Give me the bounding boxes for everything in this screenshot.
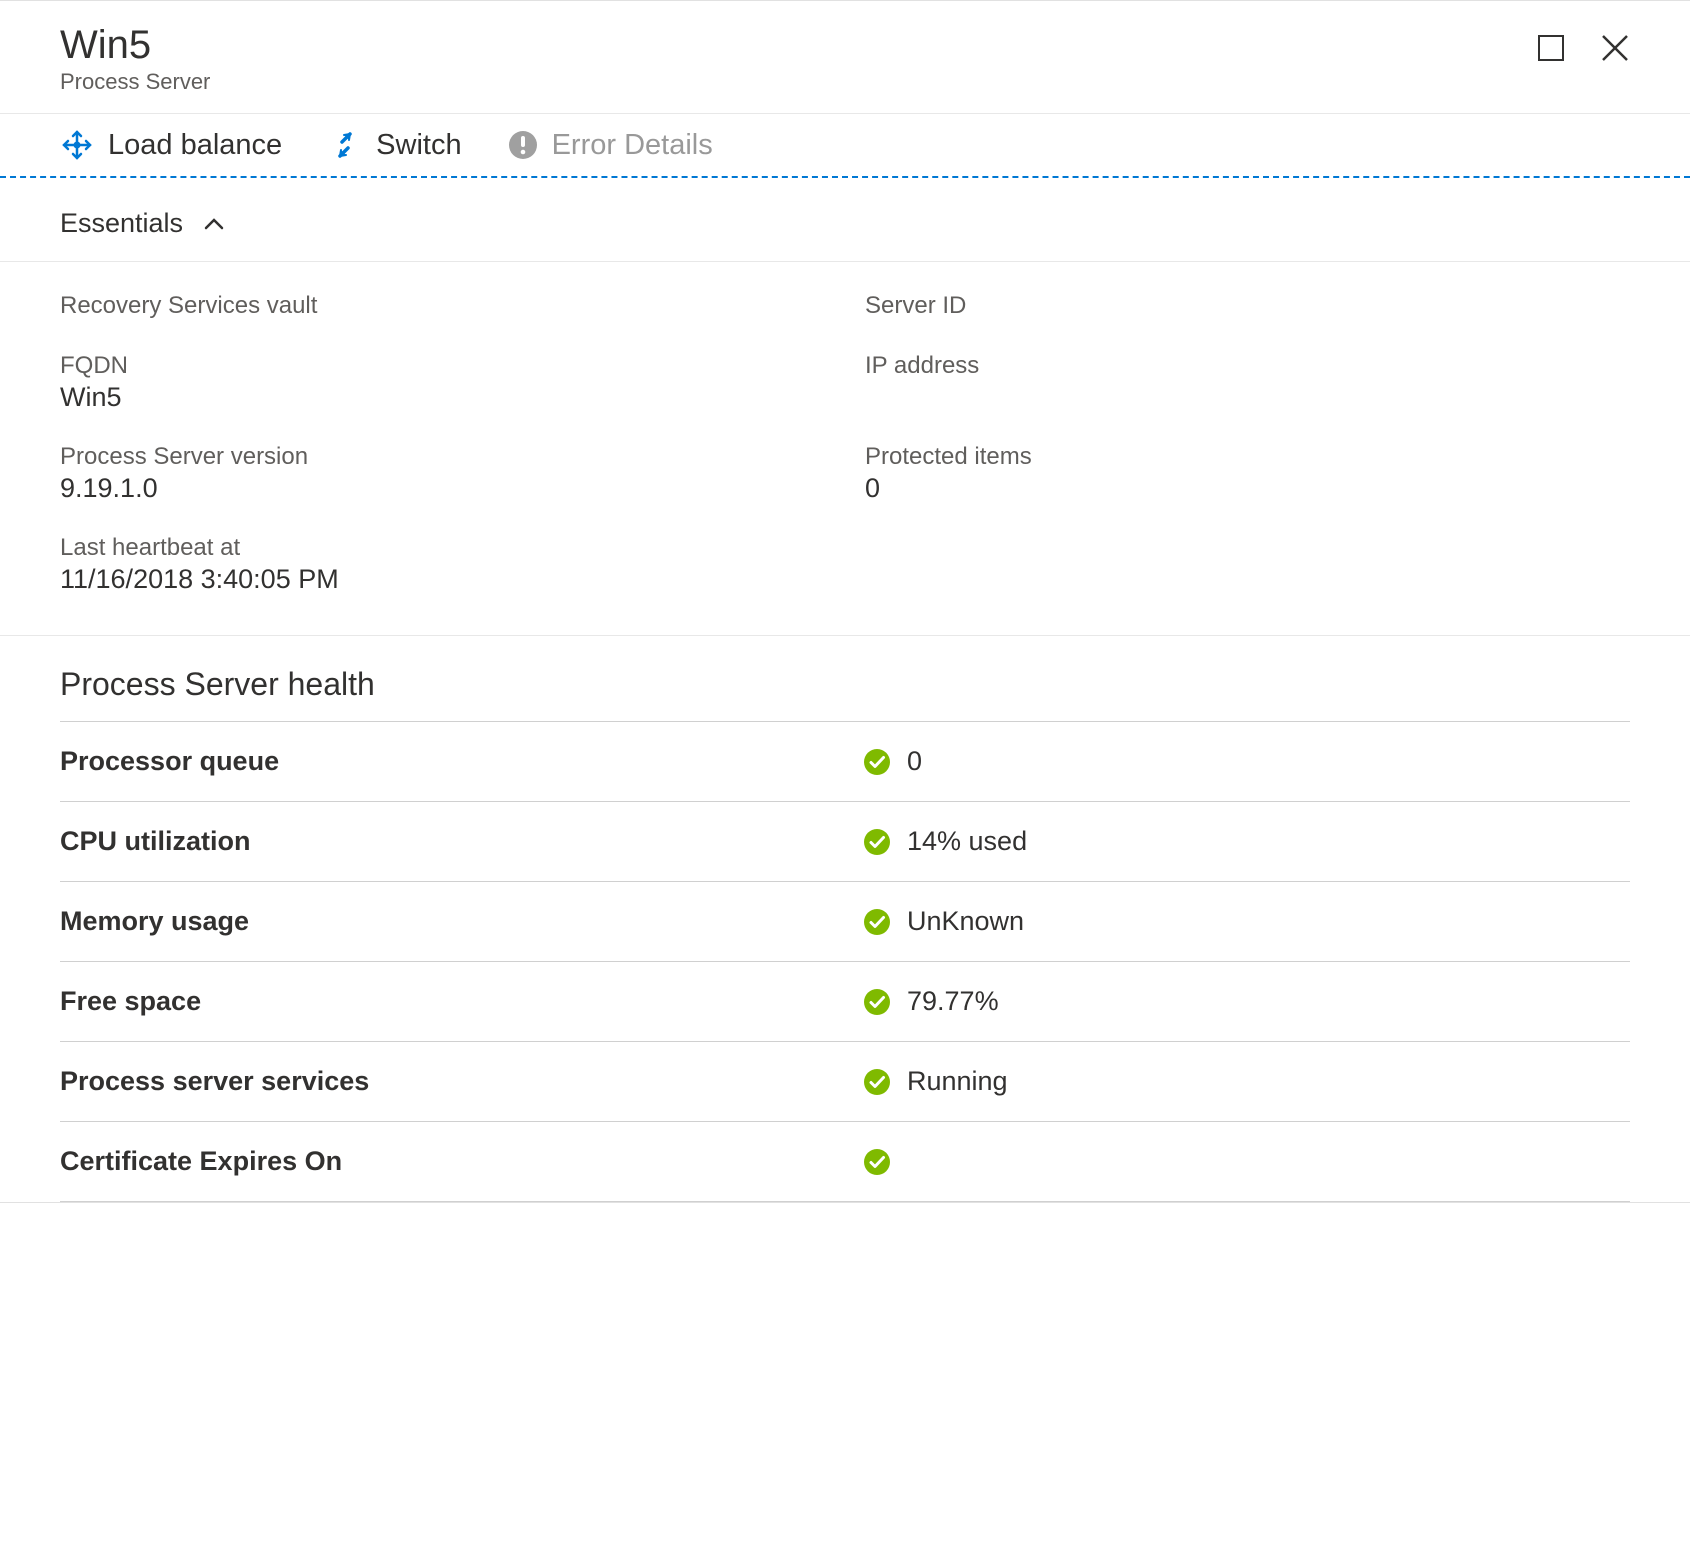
health-row: CPU utilization 14% used: [60, 801, 1630, 881]
status-ok-icon: [863, 828, 891, 856]
load-balance-label: Load balance: [108, 129, 282, 162]
maximize-icon[interactable]: [1536, 33, 1566, 63]
health-value: 0: [863, 746, 922, 777]
health-value: UnKnown: [863, 906, 1024, 937]
essentials-toggle[interactable]: Essentials: [0, 178, 1690, 262]
ess-value: 0: [865, 473, 1630, 504]
ess-protected-items: Protected items 0: [865, 443, 1630, 504]
ess-ip-address: IP address: [865, 352, 1630, 413]
ess-label: Process Server version: [60, 443, 825, 471]
health-value: 79.77%: [863, 986, 999, 1017]
health-section: Process Server health Processor queue 0 CP…: [0, 636, 1690, 1202]
page-subtitle: Process Server: [60, 69, 1536, 95]
health-row: Processor queue 0: [60, 721, 1630, 801]
health-label: Free space: [60, 986, 845, 1017]
window-controls: [1536, 23, 1630, 63]
ess-label: Recovery Services vault: [60, 292, 825, 320]
chevron-up-icon: [203, 213, 225, 235]
health-label: Process server services: [60, 1066, 845, 1097]
status-ok-icon: [863, 1148, 891, 1176]
process-server-panel: Win5 Process Server: [0, 0, 1690, 1203]
health-row: Free space 79.77%: [60, 961, 1630, 1041]
health-rows: Processor queue 0 CPU utilization 14% used M…: [60, 721, 1630, 1202]
panel-header: Win5 Process Server: [0, 1, 1690, 114]
health-row: Certificate Expires On: [60, 1121, 1630, 1202]
ess-version: Process Server version 9.19.1.0: [60, 443, 825, 504]
health-value-text: 0: [907, 746, 922, 777]
health-value: Running: [863, 1066, 1008, 1097]
ess-label: FQDN: [60, 352, 825, 380]
ess-value: Win5: [60, 382, 825, 413]
ess-value: 11/16/2018 3:40:05 PM: [60, 564, 825, 595]
health-value-text: 14% used: [907, 826, 1027, 857]
switch-icon: [328, 128, 362, 162]
switch-button[interactable]: Switch: [328, 128, 461, 162]
switch-label: Switch: [376, 129, 461, 162]
load-balance-icon: [60, 128, 94, 162]
health-value: [863, 1148, 907, 1176]
essentials-grid: Recovery Services vault Server ID FQDN W…: [0, 262, 1690, 636]
health-row: Process server services Running: [60, 1041, 1630, 1121]
health-value-text: Running: [907, 1066, 1008, 1097]
load-balance-button[interactable]: Load balance: [60, 128, 282, 162]
status-ok-icon: [863, 748, 891, 776]
ess-label: Protected items: [865, 443, 1630, 471]
status-ok-icon: [863, 1068, 891, 1096]
ess-fqdn: FQDN Win5: [60, 352, 825, 413]
health-label: Memory usage: [60, 906, 845, 937]
page-title: Win5: [60, 23, 1536, 67]
ess-last-heartbeat: Last heartbeat at 11/16/2018 3:40:05 PM: [60, 534, 825, 595]
health-row: Memory usage UnKnown: [60, 881, 1630, 961]
toolbar: Load balance Switch Error Details: [0, 114, 1690, 178]
ess-label: IP address: [865, 352, 1630, 380]
ess-value: 9.19.1.0: [60, 473, 825, 504]
ess-server-id: Server ID: [865, 292, 1630, 322]
health-label: Processor queue: [60, 746, 845, 777]
ess-label: Last heartbeat at: [60, 534, 825, 562]
close-icon[interactable]: [1600, 33, 1630, 63]
status-ok-icon: [863, 908, 891, 936]
essentials-label: Essentials: [60, 208, 183, 239]
header-titles: Win5 Process Server: [60, 23, 1536, 95]
health-label: CPU utilization: [60, 826, 845, 857]
health-label: Certificate Expires On: [60, 1146, 845, 1177]
health-value-text: 79.77%: [907, 986, 999, 1017]
ess-label: Server ID: [865, 292, 1630, 320]
error-details-label: Error Details: [552, 129, 713, 162]
health-title: Process Server health: [60, 666, 1630, 703]
health-value-text: UnKnown: [907, 906, 1024, 937]
error-details-icon: [508, 130, 538, 160]
error-details-button: Error Details: [508, 129, 713, 162]
health-value: 14% used: [863, 826, 1027, 857]
ess-recovery-vault: Recovery Services vault: [60, 292, 825, 322]
status-ok-icon: [863, 988, 891, 1016]
